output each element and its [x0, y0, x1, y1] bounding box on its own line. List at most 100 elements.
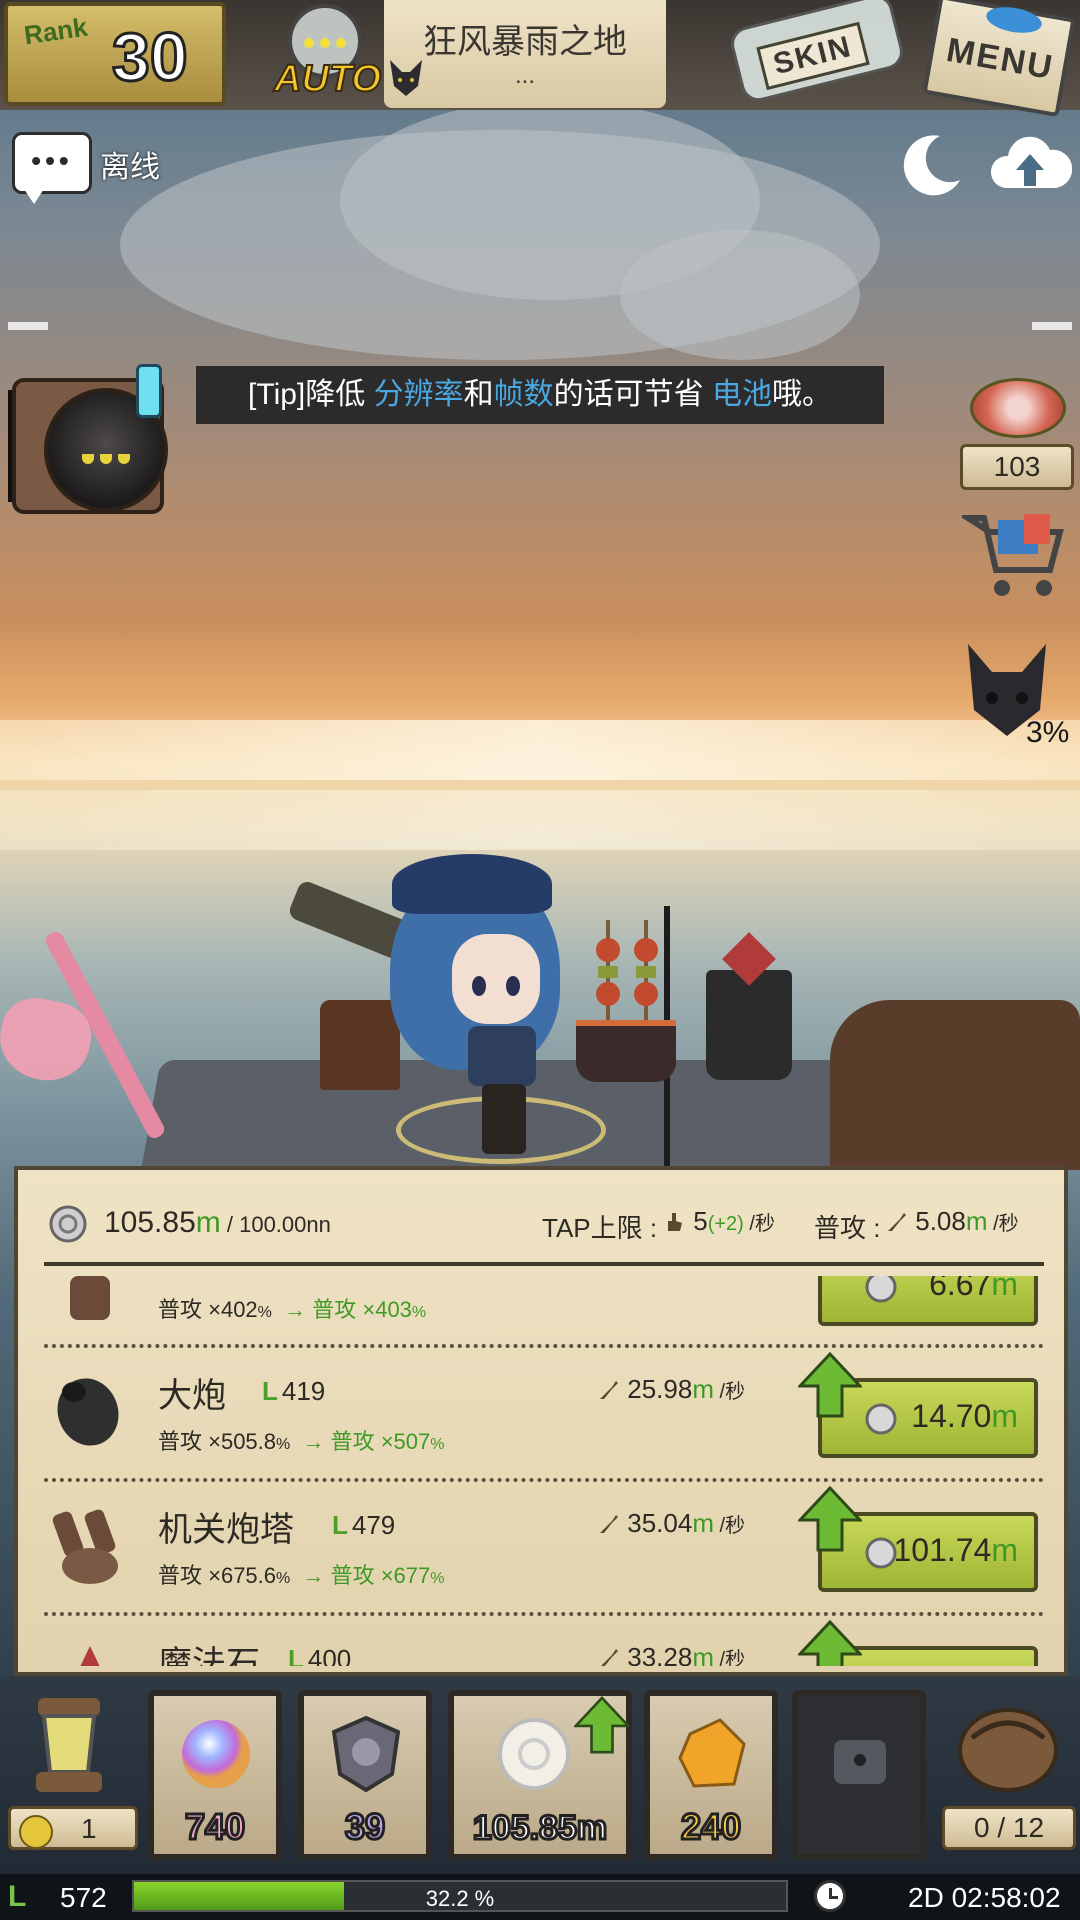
upgrade-arrow-icon — [798, 1620, 862, 1666]
slot-value: 105.85m — [471, 1808, 608, 1849]
slot-gold[interactable]: 105.85m — [448, 1690, 632, 1860]
shield-skull-icon — [331, 1715, 401, 1793]
upgrade-list[interactable]: 普攻 ×402% → 普攻 ×403% 6.67m 大炮 L 419 普攻 ×50… — [18, 1276, 1064, 1666]
timer: 2D 02:58:02 — [908, 1882, 1061, 1913]
mult-pct: % — [411, 1304, 427, 1321]
clock-icon — [814, 1880, 846, 1912]
moon-icon[interactable] — [896, 130, 966, 200]
stage-scroll[interactable]: 狂风暴雨之地 ... — [384, 0, 666, 108]
dps-unit: m — [692, 1374, 714, 1404]
meat-icon[interactable] — [970, 378, 1066, 438]
dps-value: 35.04 — [627, 1508, 693, 1538]
slot-ore[interactable]: 240 — [644, 1690, 778, 1860]
slot-value: 240 — [679, 1805, 742, 1849]
meat-count: 103 — [960, 444, 1074, 490]
sword-icon — [888, 1213, 906, 1231]
gear-coin-icon — [498, 1718, 570, 1790]
auto-dot — [336, 38, 346, 48]
tip-banner: [Tip]降低 分辨率和帧数的话可节省 电池哦。 — [196, 366, 884, 424]
tip-highlight: 帧数 — [493, 378, 554, 411]
portrait-eye — [118, 454, 130, 464]
upgrade-arrow-icon — [798, 1486, 862, 1552]
level-value: 479 — [351, 1510, 396, 1540]
player-level: 572 — [60, 1882, 107, 1913]
dps-per: /秒 — [713, 1649, 746, 1666]
chat-bubble-icon[interactable]: ••• — [12, 132, 92, 194]
mult-pct: % — [276, 1436, 291, 1453]
attack-label: 普攻 : — [814, 1213, 881, 1243]
rank-badge[interactable]: Rank 30 — [4, 2, 226, 106]
cannon-icon — [57, 1378, 119, 1446]
magic-stone-icon — [80, 1646, 100, 1666]
upgrade-panel: 105.85m / 100.00nn TAP上限 : 5(+2) /秒 普攻 :… — [14, 1166, 1068, 1676]
tip-highlight: 分辨率 — [373, 378, 464, 411]
row-level: L 400 — [288, 1644, 351, 1666]
slot-orb[interactable]: 740 — [148, 1690, 282, 1860]
portrait-eye — [82, 454, 94, 464]
row-dps: 35.04m /秒 — [598, 1508, 745, 1539]
mult-pct: % — [257, 1304, 272, 1321]
dps-per: /秒 — [713, 1515, 746, 1537]
bow-icon — [70, 1276, 110, 1320]
lamp-count: 1 — [81, 1813, 97, 1844]
cannon-base — [320, 1000, 400, 1090]
upgrade-row: 大炮 L 419 普攻 ×505.8% → 普攻 ×507% 25.98m /秒 … — [18, 1348, 1064, 1480]
level-icon: L — [8, 1880, 27, 1913]
horizon-haze — [0, 790, 1080, 850]
row-multiplier: 普攻 ×675.6% → 普攻 ×677% — [158, 1558, 445, 1590]
cloud-upload-icon[interactable] — [988, 128, 1072, 198]
mult-current: 普攻 ×675.6 — [158, 1563, 277, 1588]
brazier — [576, 1020, 676, 1082]
mult-next: → 普攻 ×403 — [284, 1297, 412, 1322]
upgrade-arrow-icon — [574, 1696, 630, 1754]
gold-max: / 100.00nn — [220, 1212, 331, 1237]
dps-per: /秒 — [713, 1381, 746, 1403]
row-name: 机关炮塔 — [158, 1511, 294, 1549]
hourglass-lamp-icon[interactable] — [14, 1694, 124, 1804]
orb-icon — [182, 1720, 250, 1788]
skin-button[interactable]: SKIN — [720, 0, 916, 108]
auto-dot — [304, 38, 314, 48]
shopping-cart-icon[interactable] — [962, 506, 1068, 602]
slot-value: 740 — [183, 1805, 246, 1849]
auto-label: AUTO — [273, 57, 382, 101]
character-body — [468, 1026, 536, 1086]
rank-label: Rank — [22, 11, 90, 51]
cost-unit: m — [991, 1398, 1018, 1434]
slot-value: 39 — [343, 1805, 386, 1849]
cost-value: 6.67 — [929, 1276, 992, 1302]
tap-unit: /秒 — [743, 1213, 775, 1235]
top-bar: Rank 30 AUTO 狂风暴雨之地 ... SKIN MENU — [0, 0, 1080, 118]
mult-current: 普攻 ×505.8 — [158, 1429, 277, 1454]
row-name: 大炮 — [158, 1377, 226, 1415]
gold-ore-icon — [678, 1718, 746, 1788]
mult-pct: % — [430, 1570, 445, 1587]
slot-locked[interactable] — [792, 1690, 926, 1860]
level-icon: L — [288, 1644, 304, 1666]
cost-unit: m — [991, 1532, 1018, 1568]
tip-text: 的话可节省 — [553, 378, 712, 411]
upgrade-button[interactable]: 6.67m — [818, 1276, 1038, 1326]
level-value: 419 — [281, 1376, 326, 1406]
horizon-haze — [0, 720, 1080, 780]
slot-shield[interactable]: 39 — [298, 1690, 432, 1860]
character-eye — [506, 976, 520, 996]
level-icon: L — [262, 1376, 278, 1406]
bucket — [706, 970, 792, 1080]
edge-marker — [1032, 322, 1072, 330]
upgrade-cost: 6.67m — [929, 1276, 1018, 1303]
backpack-icon[interactable] — [950, 1698, 1066, 1798]
menu-button[interactable]: MENU — [922, 0, 1076, 118]
auto-button[interactable]: AUTO — [262, 0, 382, 108]
upgrade-arrow-icon — [798, 1352, 862, 1418]
tap-bonus: (+2) — [707, 1213, 744, 1235]
tap-value: 5 — [693, 1206, 708, 1236]
dps-unit: m — [692, 1642, 714, 1666]
lock-icon — [834, 1740, 886, 1784]
gear-coin-icon — [865, 1403, 897, 1435]
row-multiplier: 普攻 ×402% → 普攻 ×403% — [158, 1292, 426, 1324]
sword-icon — [600, 1515, 618, 1533]
offline-status: 离线 — [100, 151, 160, 184]
upgrade-row: 机关炮塔 L 479 普攻 ×675.6% → 普攻 ×677% 35.04m /… — [18, 1482, 1064, 1614]
row-dps: 25.98m /秒 — [598, 1374, 745, 1405]
